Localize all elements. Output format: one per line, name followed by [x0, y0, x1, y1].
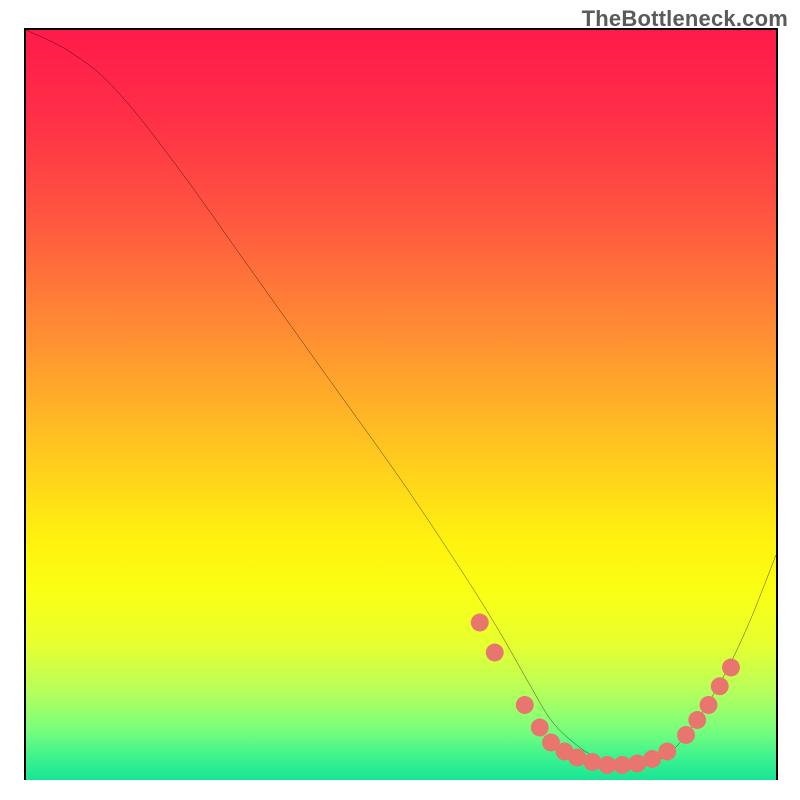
highlight-dots	[471, 614, 740, 774]
highlight-dot	[531, 719, 549, 737]
highlight-dot	[677, 726, 695, 744]
highlight-dot	[471, 614, 489, 632]
chart-container: TheBottleneck.com	[0, 0, 800, 800]
highlight-dot	[722, 659, 740, 677]
chart-svg	[26, 30, 776, 780]
highlight-dot	[688, 711, 706, 729]
plot-area	[24, 28, 778, 780]
highlight-dot	[516, 696, 534, 714]
highlight-dot	[486, 644, 504, 662]
highlight-dot	[700, 696, 718, 714]
highlight-dot	[711, 677, 729, 695]
highlight-dot	[658, 743, 676, 761]
attribution-label: TheBottleneck.com	[582, 6, 788, 32]
bottleneck-curve	[26, 30, 776, 766]
highlight-dot	[583, 753, 601, 771]
